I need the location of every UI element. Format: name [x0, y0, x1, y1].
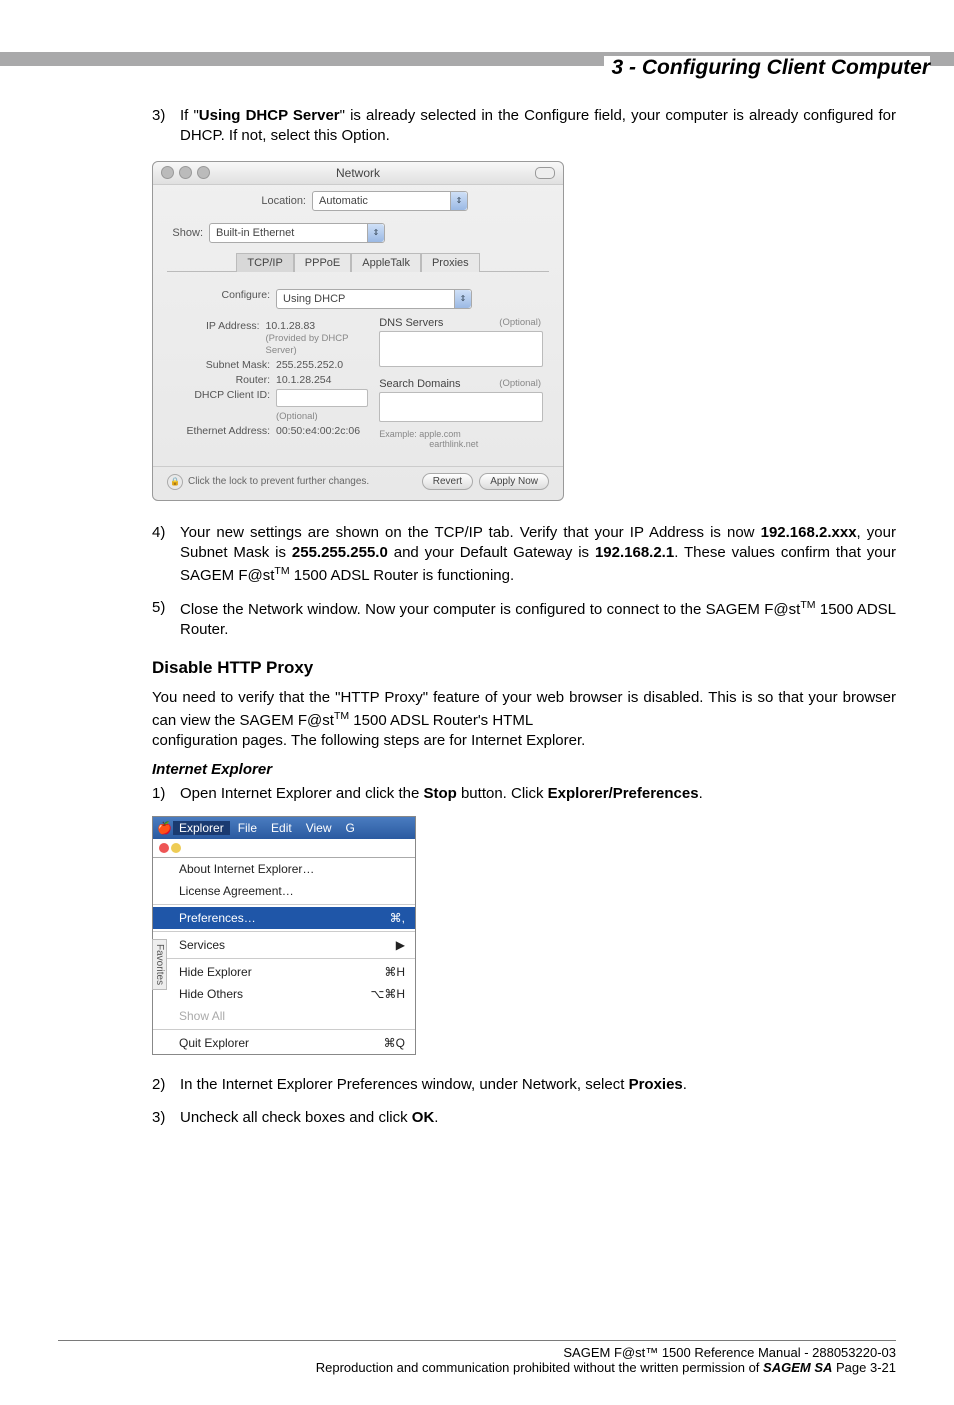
menu-services[interactable]: Services ▶: [153, 934, 415, 956]
footer-brand: SAGEM SA: [763, 1360, 832, 1375]
menu-show-all: Show All: [153, 1005, 415, 1027]
dhcp-client-id-label: DHCP Client ID:: [175, 389, 276, 401]
ie-step-2-number: 2): [152, 1075, 180, 1095]
example-line1: Example: apple.com: [379, 429, 461, 439]
tab-proxies[interactable]: Proxies: [421, 253, 480, 272]
chevron-updown-icon: ⇕: [454, 290, 471, 308]
explorer-dropdown: About Internet Explorer… License Agreeme…: [153, 857, 415, 1054]
menu-quit[interactable]: Quit Explorer ⌘Q: [153, 1032, 415, 1054]
step-5-text: Close the Network window. Now your compu…: [180, 598, 896, 641]
tab-appletalk[interactable]: AppleTalk: [351, 253, 421, 272]
dns-servers-label: DNS Servers: [379, 317, 443, 329]
show-label: Show:: [167, 227, 203, 239]
menu-hide-explorer[interactable]: Hide Explorer ⌘H: [153, 961, 415, 983]
menu-more[interactable]: G: [340, 821, 361, 835]
chevron-updown-icon: ⇕: [367, 224, 384, 242]
ip-address-label: IP Address:: [175, 320, 266, 332]
router-value: 10.1.28.254: [276, 374, 331, 386]
page-header-title: 3 - Configuring Client Computer: [604, 56, 930, 80]
apply-now-button[interactable]: Apply Now: [479, 473, 549, 490]
subnet-value: 255.255.252.0: [276, 359, 343, 371]
menubar: 🍎 Explorer File Edit View G: [153, 817, 415, 839]
apple-icon[interactable]: 🍎: [157, 821, 171, 835]
minimize-icon[interactable]: [179, 166, 192, 179]
footer-line2-text: Reproduction and communication prohibite…: [316, 1360, 763, 1375]
favorites-tab[interactable]: Favorites: [152, 939, 167, 990]
dhcp-client-id-note: (Optional): [276, 411, 318, 422]
ip-provided-note: (Provided by DHCP Server): [266, 333, 349, 356]
menu-about[interactable]: About Internet Explorer…: [153, 858, 415, 880]
menu-view[interactable]: View: [300, 821, 338, 835]
example-line2: earthlink.net: [379, 439, 478, 449]
step-3-text: If "Using DHCP Server" is already select…: [180, 106, 896, 147]
search-domains-input[interactable]: [379, 392, 543, 422]
ie-subhead: Internet Explorer: [152, 761, 896, 778]
menu-license[interactable]: License Agreement…: [153, 880, 415, 902]
close-icon[interactable]: [161, 166, 174, 179]
search-domains-label: Search Domains: [379, 378, 460, 390]
menu-hide-others[interactable]: Hide Others ⌥⌘H: [153, 983, 415, 1005]
subnet-label: Subnet Mask:: [175, 359, 276, 371]
location-select[interactable]: Automatic ⇕: [312, 191, 468, 211]
close-icon[interactable]: [159, 843, 169, 853]
menu-file[interactable]: File: [232, 821, 263, 835]
dhcp-client-id-input[interactable]: [276, 389, 368, 407]
step-3-number: 3): [152, 106, 180, 147]
step-4-number: 4): [152, 523, 180, 586]
step-4-text: Your new settings are shown on the TCP/I…: [180, 523, 896, 586]
configure-select[interactable]: Using DHCP ⇕: [276, 289, 472, 309]
tab-pppoe[interactable]: PPPoE: [294, 253, 351, 272]
proxy-paragraph: You need to verify that the "HTTP Proxy"…: [152, 688, 896, 751]
ip-address-value: 10.1.28.83: [266, 320, 316, 332]
ie-step-1-text: Open Internet Explorer and click the Sto…: [180, 784, 896, 804]
dns-optional-label: (Optional): [499, 317, 541, 329]
ie-step-3-text: Uncheck all check boxes and click OK.: [180, 1108, 896, 1128]
section-title-proxy: Disable HTTP Proxy: [152, 658, 896, 678]
tab-strip: TCP/IP PPPoE AppleTalk Proxies: [167, 253, 549, 272]
menu-edit[interactable]: Edit: [265, 821, 298, 835]
step-5-number: 5): [152, 598, 180, 641]
footer-line1: SAGEM F@st™ 1500 Reference Manual - 2880…: [58, 1345, 896, 1360]
network-window: Network Location: Automatic ⇕ Show: Buil…: [152, 161, 564, 502]
minimize-icon[interactable]: [171, 843, 181, 853]
menu-explorer[interactable]: Explorer: [173, 821, 230, 835]
ie-step-2-text: In the Internet Explorer Preferences win…: [180, 1075, 896, 1095]
footer-page: Page 3-21: [836, 1360, 896, 1375]
window-title: Network: [336, 166, 380, 180]
router-label: Router:: [175, 374, 276, 386]
ethernet-address-value: 00:50:e4:00:2c:06: [276, 425, 360, 437]
lock-text: Click the lock to prevent further change…: [188, 476, 369, 487]
tab-tcpip[interactable]: TCP/IP: [236, 253, 293, 272]
show-select[interactable]: Built-in Ethernet ⇕: [209, 223, 385, 243]
ethernet-address-label: Ethernet Address:: [175, 425, 276, 437]
explorer-menu-window: 🍎 Explorer File Edit View G About Intern…: [152, 816, 416, 1055]
lock-icon[interactable]: 🔒: [167, 474, 183, 490]
revert-button[interactable]: Revert: [422, 473, 473, 490]
menu-preferences[interactable]: Preferences… ⌘,: [153, 907, 415, 929]
chevron-updown-icon: ⇕: [450, 192, 467, 210]
dns-servers-input[interactable]: [379, 331, 543, 367]
zoom-icon[interactable]: [197, 166, 210, 179]
ie-step-3-number: 3): [152, 1108, 180, 1128]
ie-step-1-number: 1): [152, 784, 180, 804]
toolbar-toggle-icon[interactable]: [535, 167, 555, 179]
location-label: Location:: [248, 195, 306, 207]
search-domains-optional-label: (Optional): [499, 378, 541, 390]
configure-label: Configure:: [175, 289, 276, 301]
page-footer: SAGEM F@st™ 1500 Reference Manual - 2880…: [58, 1340, 896, 1375]
chevron-right-icon: ▶: [396, 938, 405, 952]
